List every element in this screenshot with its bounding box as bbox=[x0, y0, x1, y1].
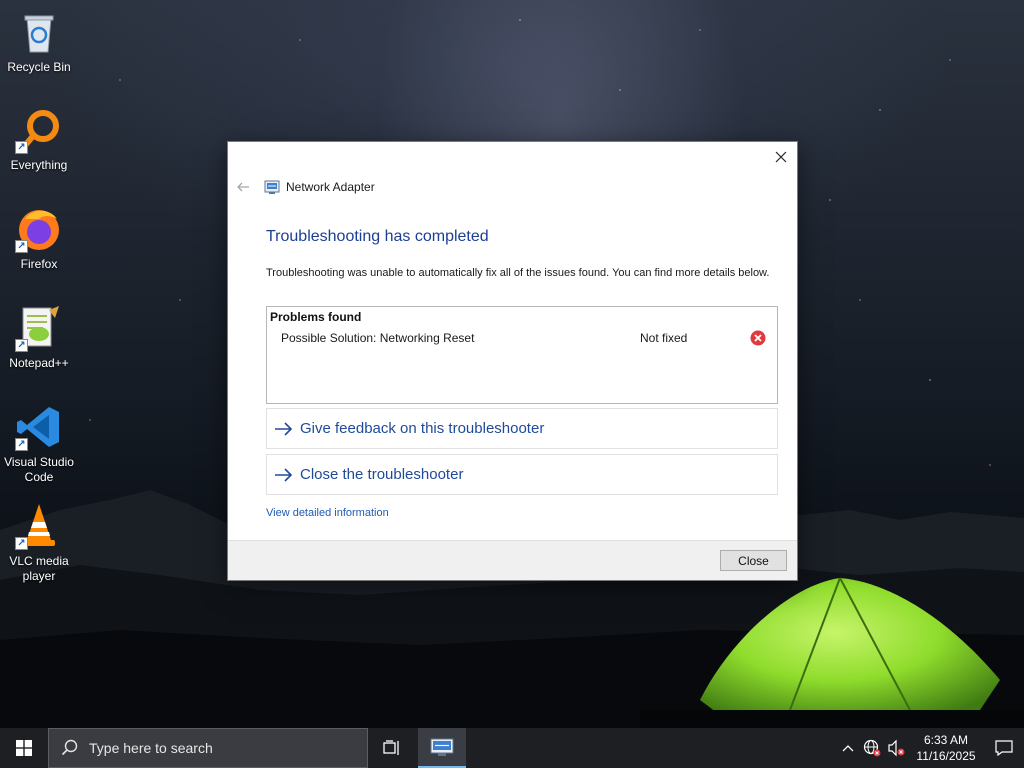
page-title: Troubleshooting has completed bbox=[266, 228, 489, 245]
dialog-nav-bar: Network Adapter bbox=[236, 178, 375, 196]
back-arrow-icon bbox=[237, 182, 249, 192]
clock-time: 6:33 AM bbox=[923, 733, 969, 747]
desktop-icon-vscode[interactable]: ↗ Visual Studio Code bbox=[2, 403, 76, 485]
arrow-right-icon bbox=[274, 467, 294, 483]
shortcut-arrow-icon: ↗ bbox=[15, 240, 28, 253]
recycle-bin-icon bbox=[15, 8, 63, 56]
shortcut-arrow-icon: ↗ bbox=[15, 438, 28, 451]
arrow-right-icon bbox=[274, 421, 294, 437]
problem-name: Possible Solution: Networking Reset bbox=[281, 331, 475, 345]
problem-status: Not fixed bbox=[640, 331, 688, 345]
volume-muted-icon bbox=[888, 739, 905, 757]
desktop-icon-label: Recycle Bin bbox=[7, 60, 71, 74]
network-globe-icon bbox=[863, 739, 881, 757]
dialog-close-x-button[interactable] bbox=[765, 142, 797, 172]
clock-date: 11/16/2025 bbox=[916, 749, 976, 763]
windows-logo-icon bbox=[16, 740, 32, 756]
dialog-footer: Close bbox=[228, 540, 797, 580]
desktop-icon-notepad-plus-plus[interactable]: ↗ Notepad++ bbox=[2, 304, 76, 371]
taskbar-search-box[interactable]: Type here to search bbox=[48, 728, 368, 768]
firefox-icon: ↗ bbox=[15, 205, 63, 253]
system-tray: 6:33 AM 11/16/2025 bbox=[836, 728, 1024, 768]
vscode-icon: ↗ bbox=[15, 403, 63, 451]
back-arrow-button[interactable] bbox=[236, 179, 252, 195]
notification-center-button[interactable] bbox=[984, 728, 1024, 768]
search-placeholder: Type here to search bbox=[89, 740, 213, 756]
problems-found-box: Problems found Possible Solution: Networ… bbox=[266, 306, 778, 404]
network-status-button[interactable] bbox=[860, 728, 884, 768]
give-feedback-label: Give feedback on this troubleshooter bbox=[300, 420, 545, 437]
taskbar: Type here to search 6:33 AM 11/16/2025 bbox=[0, 728, 1024, 768]
desktop-icon-label: VLC media player bbox=[9, 554, 69, 583]
problem-row[interactable]: Possible Solution: Networking Reset Not … bbox=[267, 330, 777, 348]
desktop-icon-label: Visual Studio Code bbox=[4, 455, 74, 484]
close-button[interactable]: Close bbox=[720, 550, 787, 571]
vlc-icon: ↗ bbox=[15, 502, 63, 550]
desktop-icon-label: Firefox bbox=[20, 257, 58, 271]
view-detailed-information-link[interactable]: View detailed information bbox=[266, 507, 389, 519]
shortcut-arrow-icon: ↗ bbox=[15, 339, 28, 352]
taskbar-clock[interactable]: 6:33 AM 11/16/2025 bbox=[908, 732, 984, 764]
notification-icon bbox=[995, 740, 1013, 756]
task-view-button[interactable] bbox=[368, 728, 416, 768]
search-icon bbox=[61, 739, 78, 756]
desktop-icon-everything[interactable]: ↗ Everything bbox=[2, 106, 76, 173]
taskbar-app-network-troubleshooter[interactable] bbox=[418, 728, 466, 768]
desktop-icon-vlc[interactable]: ↗ VLC media player bbox=[2, 502, 76, 584]
volume-button[interactable] bbox=[884, 728, 908, 768]
give-feedback-link[interactable]: Give feedback on this troubleshooter bbox=[266, 408, 778, 449]
everything-icon: ↗ bbox=[15, 106, 63, 154]
dialog-nav-title: Network Adapter bbox=[286, 180, 375, 194]
show-hidden-icons-button[interactable] bbox=[836, 728, 860, 768]
close-troubleshooter-link[interactable]: Close the troubleshooter bbox=[266, 454, 778, 495]
error-icon bbox=[750, 330, 766, 346]
task-view-icon bbox=[383, 740, 399, 755]
desktop-icon-recycle-bin[interactable]: Recycle Bin bbox=[2, 8, 76, 75]
shortcut-arrow-icon: ↗ bbox=[15, 537, 28, 550]
desktop-icon-label: Notepad++ bbox=[9, 356, 69, 370]
start-button[interactable] bbox=[0, 728, 48, 768]
network-adapter-icon bbox=[430, 738, 454, 756]
troubleshooter-dialog: Network Adapter Troubleshooting has comp… bbox=[227, 141, 798, 581]
problems-found-title: Problems found bbox=[270, 310, 362, 324]
chevron-up-icon bbox=[842, 745, 854, 752]
shortcut-arrow-icon: ↗ bbox=[15, 141, 28, 154]
notepad-plus-plus-icon: ↗ bbox=[15, 304, 63, 352]
desktop-icon-firefox[interactable]: ↗ Firefox bbox=[2, 205, 76, 272]
network-adapter-icon bbox=[264, 180, 280, 194]
wallpaper-tent bbox=[640, 577, 1024, 728]
close-troubleshooter-label: Close the troubleshooter bbox=[300, 466, 464, 483]
result-description: Troubleshooting was unable to automatica… bbox=[266, 267, 770, 279]
close-icon bbox=[775, 151, 787, 163]
desktop-icon-label: Everything bbox=[10, 158, 68, 172]
